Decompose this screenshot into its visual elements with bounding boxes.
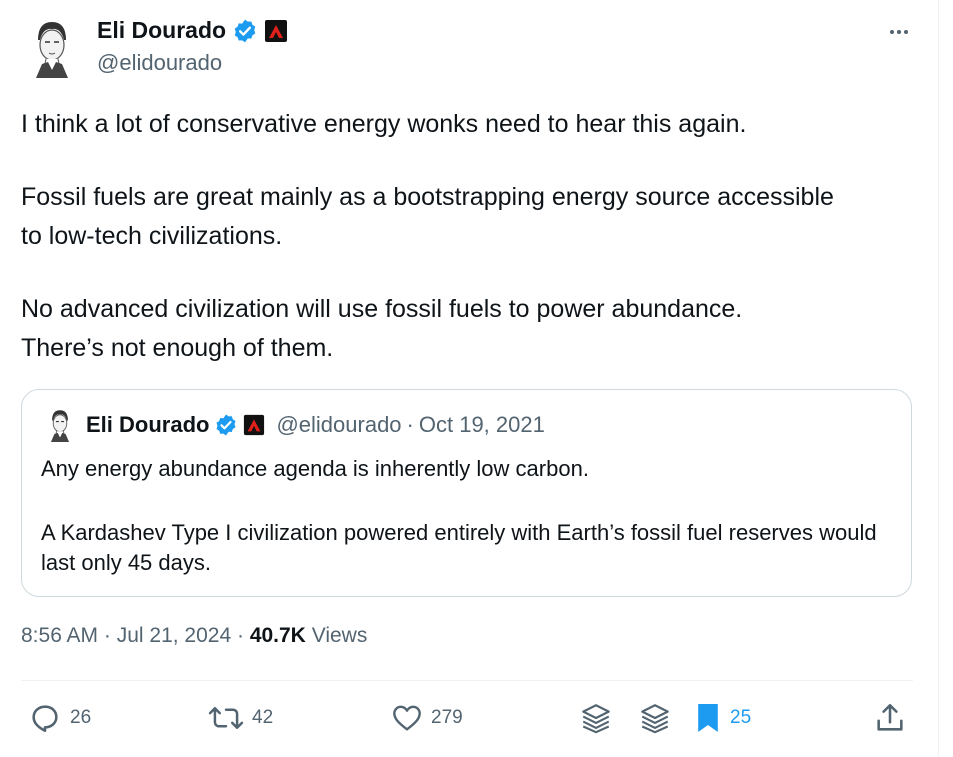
reply-button[interactable]: 26 [28, 701, 91, 735]
author-name[interactable]: Eli Dourado [97, 17, 226, 44]
more-icon-dot [897, 30, 901, 34]
quoted-paragraph: A Kardashev Type I civilization powered … [41, 520, 877, 575]
quoted-paragraph: Any energy abundance agenda is inherentl… [41, 456, 589, 481]
quoted-author-name: Eli Dourado [86, 412, 210, 437]
layers-button[interactable] [579, 701, 613, 735]
reply-count: 26 [70, 707, 92, 728]
reply-icon [32, 705, 58, 733]
bookmark-count: 25 [730, 707, 752, 728]
quoted-date: Oct 19, 2021 [418, 412, 545, 437]
quoted-tweet[interactable]: Eli Dourado @elidourado · Oct 19, 2021 A… [21, 389, 912, 597]
like-icon [393, 705, 421, 731]
views-count: 40.7K [249, 624, 306, 647]
tweet-text: I think a lot of conservative energy won… [21, 105, 921, 368]
layers-icon [641, 704, 669, 734]
layers-button-2[interactable] [638, 701, 672, 735]
layers-icon [582, 704, 610, 734]
org-badge-icon [244, 414, 265, 436]
quoted-author-avatar [46, 408, 74, 442]
tweet-paragraph: I think a lot of conservative energy won… [21, 110, 747, 138]
tweet-paragraph: No advanced civilization will use fossil… [21, 295, 743, 362]
author-avatar[interactable] [28, 18, 76, 78]
tweet-timestamp[interactable]: 8:56 AM · Jul 21, 2024 · [21, 624, 244, 647]
more-icon-dot [890, 30, 894, 34]
avatar-image [50, 410, 70, 442]
share-icon [877, 703, 903, 731]
verified-badge-icon [216, 414, 236, 436]
verified-badge-icon [234, 19, 256, 42]
share-button[interactable] [873, 701, 907, 735]
tweet-timestamp-row: 8:56 AM · Jul 21, 2024 · 40.7K Views [21, 624, 367, 648]
quoted-author-handle: @elidourado [276, 412, 402, 437]
repost-count: 42 [252, 707, 274, 728]
quoted-text: Any energy abundance agenda is inherentl… [41, 454, 901, 578]
repost-icon [208, 707, 244, 729]
column-border [938, 0, 939, 757]
repost-button[interactable]: 42 [208, 701, 273, 735]
tweet-paragraph: Fossil fuels are great mainly as a boots… [21, 183, 834, 250]
like-count: 279 [431, 707, 463, 728]
more-icon-dot [904, 30, 908, 34]
quoted-header: Eli Dourado @elidourado · Oct 19, 2021 [86, 412, 545, 438]
org-badge-icon [265, 19, 288, 42]
bookmark-icon [698, 704, 718, 732]
author-handle[interactable]: @elidourado [97, 50, 222, 76]
avatar-image [36, 22, 68, 78]
bookmark-button[interactable]: 25 [694, 701, 751, 735]
author-name-row[interactable]: Eli Dourado [97, 17, 288, 44]
more-options-button[interactable] [884, 20, 914, 44]
divider [21, 680, 913, 681]
like-button[interactable]: 279 [391, 701, 463, 735]
quoted-separator: · [406, 412, 414, 437]
views-label: Views [311, 624, 368, 647]
